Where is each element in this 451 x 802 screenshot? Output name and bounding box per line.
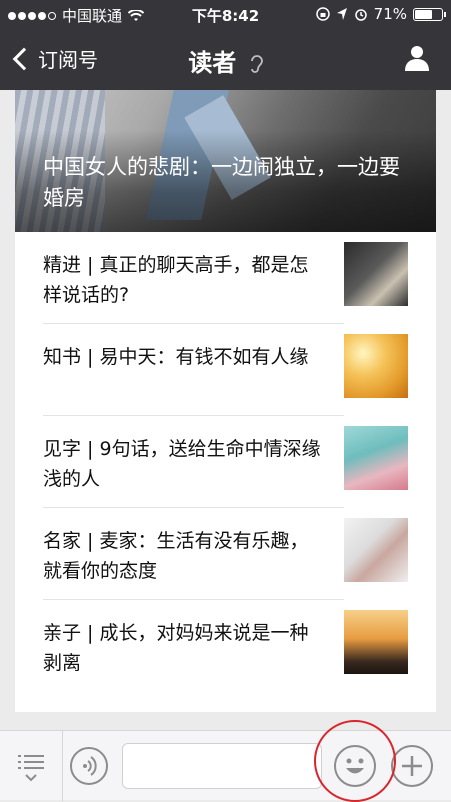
article-thumbnail [344,242,408,306]
article-thumbnail [344,518,408,582]
location-icon [336,8,347,20]
list-item[interactable]: 精进 | 真正的聊天高手，都是怎样说话的? [43,232,408,324]
article-title: 名家 | 麦家：生活有没有乐趣，就看你的态度 [43,530,309,582]
battery-percentage: 71% [373,5,407,23]
list-item[interactable]: 名家 | 麦家：生活有没有乐趣，就看你的态度 [43,508,408,600]
divider [62,731,63,801]
more-options-button[interactable] [391,745,433,787]
orientation-lock-icon [315,7,330,21]
article-thumbnail [344,426,408,490]
profile-icon[interactable] [403,44,431,72]
highlight-annotation [314,720,396,802]
page-title: 读者 [188,49,237,77]
article-title: 精进 | 真正的聊天高手，都是怎样说话的? [43,254,309,306]
plus-icon [402,756,422,776]
featured-article-title: 中国女人的悲剧：一边闹独立，一边要婚房 [43,155,400,210]
list-item[interactable]: 亲子 | 成长，对妈妈来说是一种剥离 [43,600,408,692]
article-thumbnail [344,610,408,674]
menu-icon[interactable] [16,751,46,785]
voice-icon [83,756,97,776]
status-bar: 中国联通 下午8:42 71% [0,0,451,30]
article-title: 亲子 | 成长，对妈妈来说是一种剥离 [43,622,309,674]
list-item[interactable]: 知书 | 易中天：有钱不如有人缘 [43,324,408,416]
message-input[interactable] [122,743,322,789]
featured-article[interactable]: 中国女人的悲剧：一边闹独立，一边要婚房 [15,90,436,232]
voice-input-button[interactable] [70,747,108,785]
navigation-bar: 订阅号 读者 [0,30,451,90]
ear-icon [250,55,263,73]
article-title: 见字 | 9句话，送给生命中情深缘浅的人 [43,438,321,490]
battery-icon [413,7,446,21]
alarm-icon [354,9,367,21]
list-item[interactable]: 见字 | 9句话，送给生命中情深缘浅的人 [43,416,408,508]
article-card: 中国女人的悲剧：一边闹独立，一边要婚房 精进 | 真正的聊天高手，都是怎样说话的… [15,90,436,712]
page-title-container: 读者 [0,43,451,78]
article-thumbnail [344,334,408,398]
article-title: 知书 | 易中天：有钱不如有人缘 [43,346,309,368]
